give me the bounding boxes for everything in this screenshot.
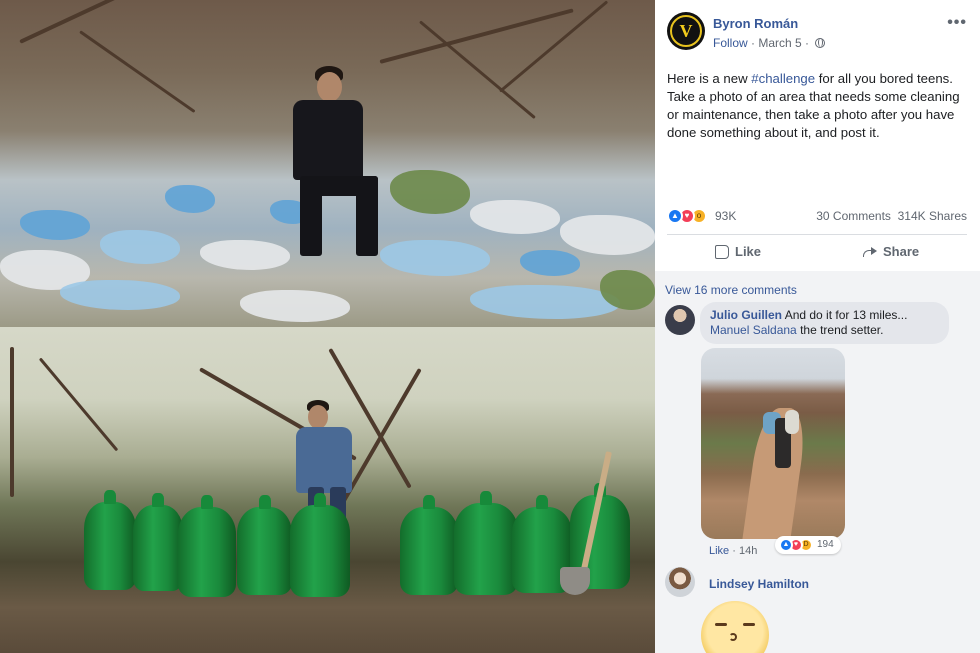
trash — [560, 215, 655, 255]
more-options-icon[interactable]: ••• — [947, 14, 967, 32]
trash — [100, 230, 180, 264]
trash-bag — [237, 495, 292, 595]
page-avatar[interactable]: V — [667, 12, 705, 50]
comment-like-link[interactable]: Like — [709, 545, 729, 557]
trash — [60, 280, 180, 310]
trash-bag — [178, 495, 236, 597]
comment-share-counts: 30 Comments 314K Shares — [816, 209, 967, 223]
avatar-logo: V — [679, 20, 693, 41]
shovel-blade — [560, 567, 590, 595]
comment-reactions[interactable]: ▲ ♥ D 194 — [775, 536, 841, 554]
comment-reaction-count: 194 — [817, 539, 834, 550]
comments-count[interactable]: 30 Comments — [816, 209, 891, 223]
trash — [165, 185, 215, 213]
grass — [390, 170, 470, 214]
backpack — [785, 410, 799, 434]
share-button[interactable]: Share — [863, 244, 919, 259]
post-sidebar: V Byron Román Follow · March 5 · ••• Her… — [655, 0, 980, 653]
trash-bag — [290, 493, 350, 597]
comment-separator: · — [729, 545, 739, 557]
share-button-label: Share — [883, 244, 920, 259]
avatar[interactable] — [665, 567, 695, 597]
commenter-name[interactable]: Julio Guillen — [710, 308, 782, 322]
trash-bag — [454, 491, 518, 595]
trash-bag — [400, 495, 458, 595]
reaction-count[interactable]: 93K — [715, 209, 736, 223]
post-text-part: Here is a new — [667, 71, 752, 86]
before-photo — [0, 0, 655, 327]
like-icon: ▲ — [667, 208, 683, 224]
like-button[interactable]: Like — [715, 244, 761, 259]
trash — [520, 250, 580, 276]
trash-bag — [84, 490, 136, 590]
after-photo — [0, 327, 655, 653]
hashtag-link[interactable]: #challenge — [751, 71, 815, 86]
comment-text: the trend setter. — [800, 323, 884, 337]
avatar[interactable] — [665, 305, 695, 335]
reactions-summary: ▲ ♥ o 93K 30 Comments 314K Shares — [667, 206, 967, 226]
trash — [470, 200, 560, 234]
branch — [38, 357, 119, 452]
branch — [79, 30, 196, 114]
like-icon: ▲ — [779, 538, 793, 552]
trash — [200, 240, 290, 270]
reaction-icons[interactable]: ▲ ♥ o — [667, 208, 713, 224]
comment-photo[interactable] — [701, 348, 845, 539]
branch — [19, 0, 184, 44]
thumbs-up-icon — [715, 244, 729, 259]
comment-bubble: Julio Guillen And do it for 13 miles... … — [700, 302, 949, 344]
mention-link[interactable]: Manuel Saldana — [710, 323, 797, 337]
comments-section: View 16 more comments Julio Guillen And … — [655, 271, 980, 653]
kiss-emoji-sticker — [701, 601, 769, 653]
shares-count[interactable]: 314K Shares — [898, 209, 967, 223]
trash — [240, 290, 350, 322]
post-date[interactable]: March 5 — [758, 36, 801, 50]
like-button-label: Like — [735, 244, 762, 259]
post-header: V Byron Román Follow · March 5 · ••• — [667, 12, 967, 52]
branch — [10, 347, 14, 497]
trash — [470, 285, 620, 319]
author-name[interactable]: Byron Román — [713, 16, 798, 31]
trash — [380, 240, 490, 276]
comment-actions: Like · 14h — [709, 545, 757, 557]
post-photo[interactable] — [0, 0, 655, 653]
post-actions: Like Share — [667, 240, 967, 268]
meta-separator: · — [747, 36, 759, 50]
share-arrow-icon — [863, 245, 877, 259]
trash — [20, 210, 90, 240]
post-text: Here is a new #challenge for all you bor… — [667, 70, 970, 142]
date-separator: · — [801, 36, 810, 50]
follow-link[interactable]: Follow — [713, 36, 748, 50]
trash-bag — [133, 493, 183, 591]
comment-time[interactable]: 14h — [739, 545, 757, 557]
post-meta: Follow · March 5 · — [713, 36, 826, 50]
comment-text: And do it for 13 miles... — [784, 308, 908, 322]
commenter-name[interactable]: Lindsey Hamilton — [709, 577, 809, 591]
divider — [667, 234, 967, 235]
globe-icon — [815, 38, 826, 48]
view-more-comments-link[interactable]: View 16 more comments — [665, 283, 797, 297]
